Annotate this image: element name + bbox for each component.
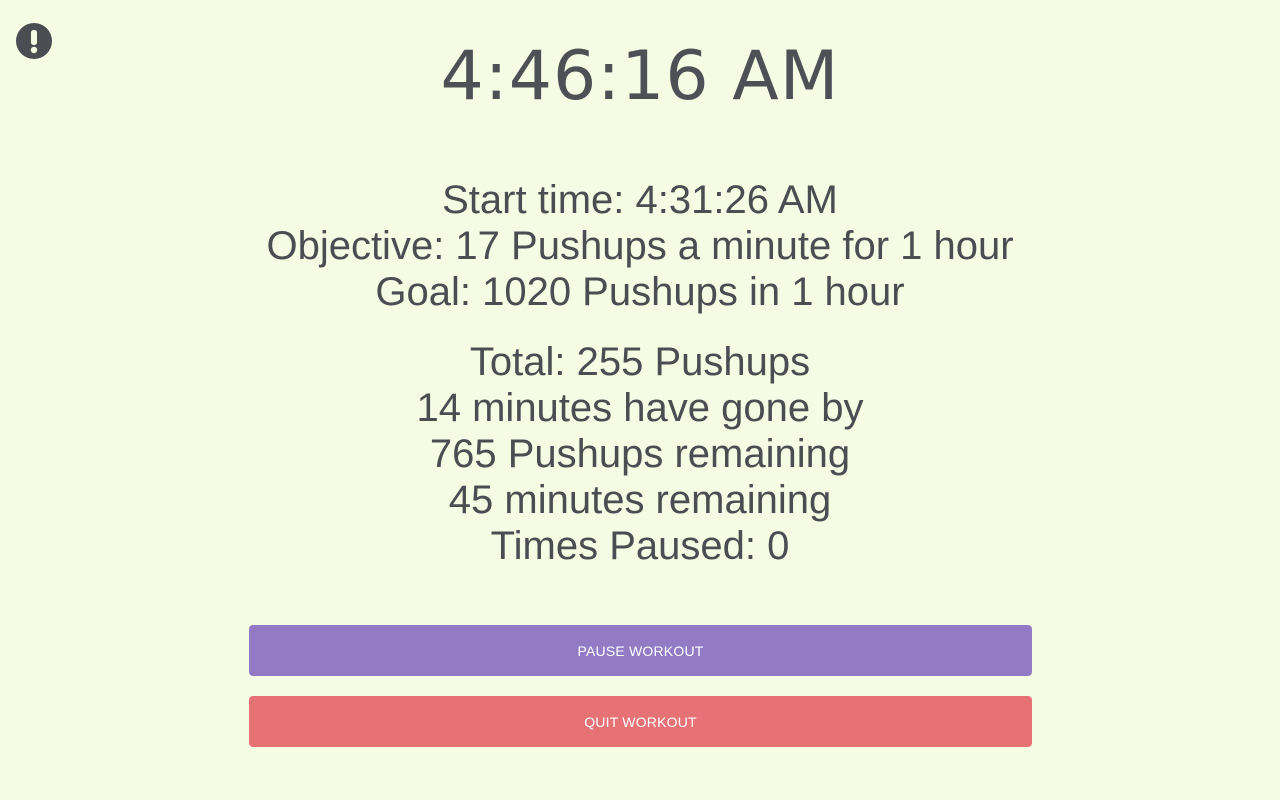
pause-workout-button[interactable]: PAUSE WORKOUT xyxy=(249,625,1032,676)
objective-text: Objective: 17 Pushups a minute for 1 hou… xyxy=(266,224,1014,268)
goal-text: Goal: 1020 Pushups in 1 hour xyxy=(375,270,905,314)
total-pushups-text: Total: 255 Pushups xyxy=(469,340,811,384)
elapsed-minutes-text: 14 minutes have gone by xyxy=(416,386,864,430)
workout-progress: Total: 255 Pushups 14 minutes have gone … xyxy=(0,339,1280,569)
pushups-remaining-text: 765 Pushups remaining xyxy=(429,432,851,476)
start-time-text: Start time: 4:31:26 AM xyxy=(442,178,838,222)
times-paused-text: Times Paused: 0 xyxy=(490,524,790,568)
workout-plan: Start time: 4:31:26 AM Objective: 17 Pus… xyxy=(0,177,1280,315)
minutes-remaining-text: 45 minutes remaining xyxy=(448,478,832,522)
quit-workout-button[interactable]: QUIT WORKOUT xyxy=(249,696,1032,747)
current-time-clock: 4:46:16 AM xyxy=(440,37,840,116)
